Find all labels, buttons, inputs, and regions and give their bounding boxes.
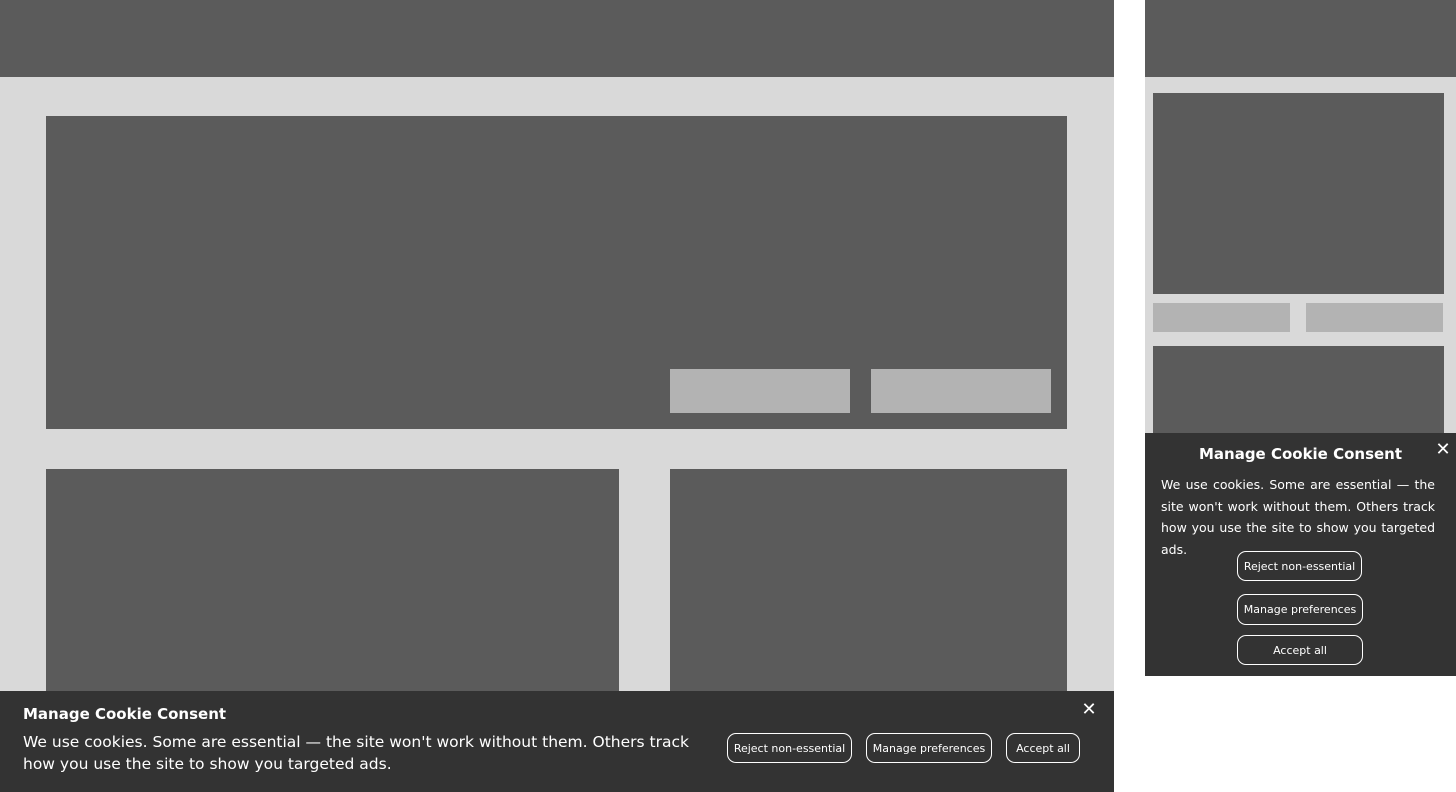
desktop-close-icon[interactable]: ✕ [1080, 701, 1098, 719]
desktop-accept-all-button[interactable]: Accept all [1006, 733, 1080, 763]
mobile-button-placeholder-1[interactable] [1153, 303, 1290, 332]
desktop-hero-button-placeholder-2[interactable] [871, 369, 1051, 413]
desktop-content-block-left [46, 469, 619, 709]
mobile-close-icon[interactable]: ✕ [1434, 441, 1452, 459]
mobile-cookie-body: We use cookies. Some are essential — the… [1161, 477, 1435, 557]
mobile-reject-non-essential-button[interactable]: Reject non-essential [1237, 551, 1362, 581]
mobile-cookie-title: Manage Cookie Consent [1198, 445, 1403, 463]
mobile-manage-preferences-button[interactable]: Manage preferences [1237, 594, 1363, 625]
desktop-cookie-body: We use cookies. Some are essential — the… [23, 733, 689, 773]
mobile-cookie-banner: Manage Cookie Consent We use cookies. So… [1145, 433, 1456, 676]
mobile-accept-all-button[interactable]: Accept all [1237, 635, 1363, 665]
mobile-content-block [1153, 346, 1444, 446]
desktop-cookie-title: Manage Cookie Consent [23, 705, 227, 723]
desktop-reject-non-essential-button[interactable]: Reject non-essential [727, 733, 852, 763]
mobile-header [1145, 0, 1456, 77]
desktop-manage-preferences-button[interactable]: Manage preferences [866, 733, 992, 763]
mobile-button-placeholder-2[interactable] [1306, 303, 1443, 332]
desktop-content-block-right [670, 469, 1067, 709]
desktop-hero-button-placeholder-1[interactable] [670, 369, 850, 413]
desktop-cookie-banner: Manage Cookie Consent We use cookies. So… [0, 691, 1114, 792]
mobile-hero-block [1153, 93, 1444, 294]
desktop-header [0, 0, 1114, 77]
